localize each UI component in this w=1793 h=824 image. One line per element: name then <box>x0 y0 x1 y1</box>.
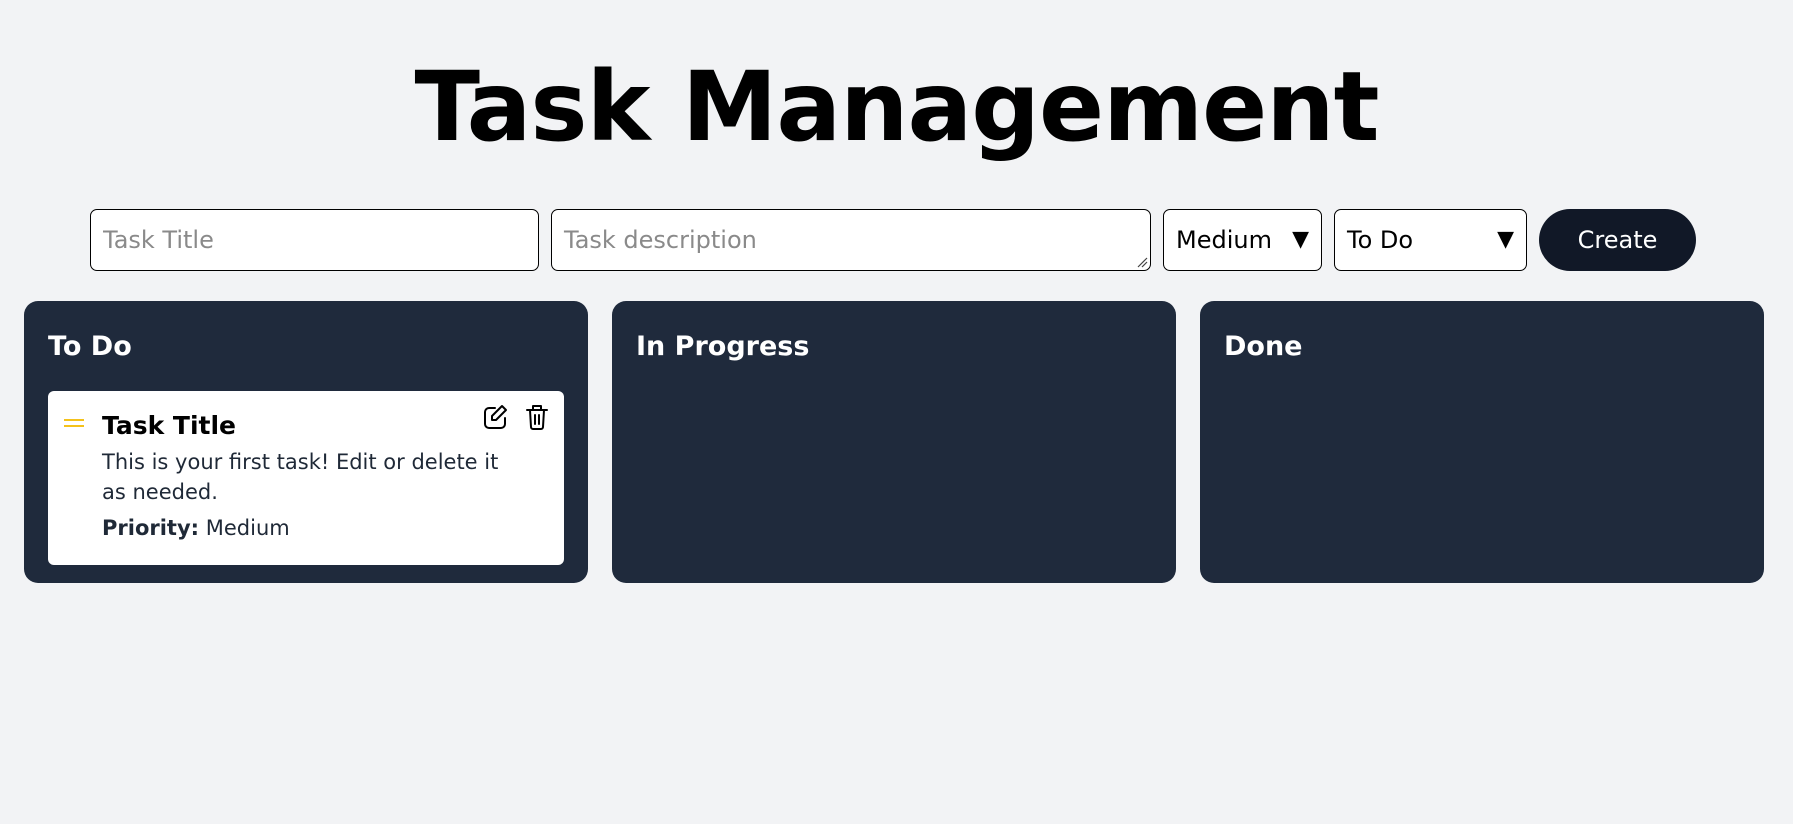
task-board: To Do Task Title This is your first task… <box>24 301 1764 583</box>
page-title: Task Management <box>414 51 1380 163</box>
status-select[interactable]: To Do ▼ <box>1334 209 1527 271</box>
task-title-input[interactable] <box>90 209 539 271</box>
column-done: Done <box>1200 301 1764 583</box>
column-title: In Progress <box>636 331 810 362</box>
task-description: This is your first task! Edit or delete … <box>102 450 499 504</box>
task-priority: Priority: Medium <box>102 513 548 543</box>
column-todo: To Do Task Title This is your first task… <box>24 301 588 583</box>
trash-icon[interactable] <box>524 403 550 431</box>
chevron-down-icon: ▼ <box>1292 227 1309 252</box>
create-button[interactable]: Create <box>1539 209 1696 271</box>
drag-handle-icon[interactable] <box>64 419 84 429</box>
task-card[interactable]: Task Title This is your first task! Edit… <box>48 391 564 565</box>
task-create-form: Medium ▼ To Do ▼ Create <box>90 209 1696 271</box>
column-title: Done <box>1224 331 1303 362</box>
task-priority-label: Priority: <box>102 516 200 540</box>
task-description-wrapper <box>551 209 1151 271</box>
priority-select[interactable]: Medium ▼ <box>1163 209 1322 271</box>
chevron-down-icon: ▼ <box>1497 227 1514 252</box>
edit-icon[interactable] <box>482 403 508 431</box>
priority-select-value: Medium <box>1176 226 1272 254</box>
status-select-value: To Do <box>1347 226 1414 254</box>
task-description-input[interactable] <box>551 209 1151 271</box>
task-priority-value: Medium <box>205 516 290 540</box>
column-in-progress: In Progress <box>612 301 1176 583</box>
task-actions <box>482 403 550 431</box>
column-title: To Do <box>48 331 132 362</box>
